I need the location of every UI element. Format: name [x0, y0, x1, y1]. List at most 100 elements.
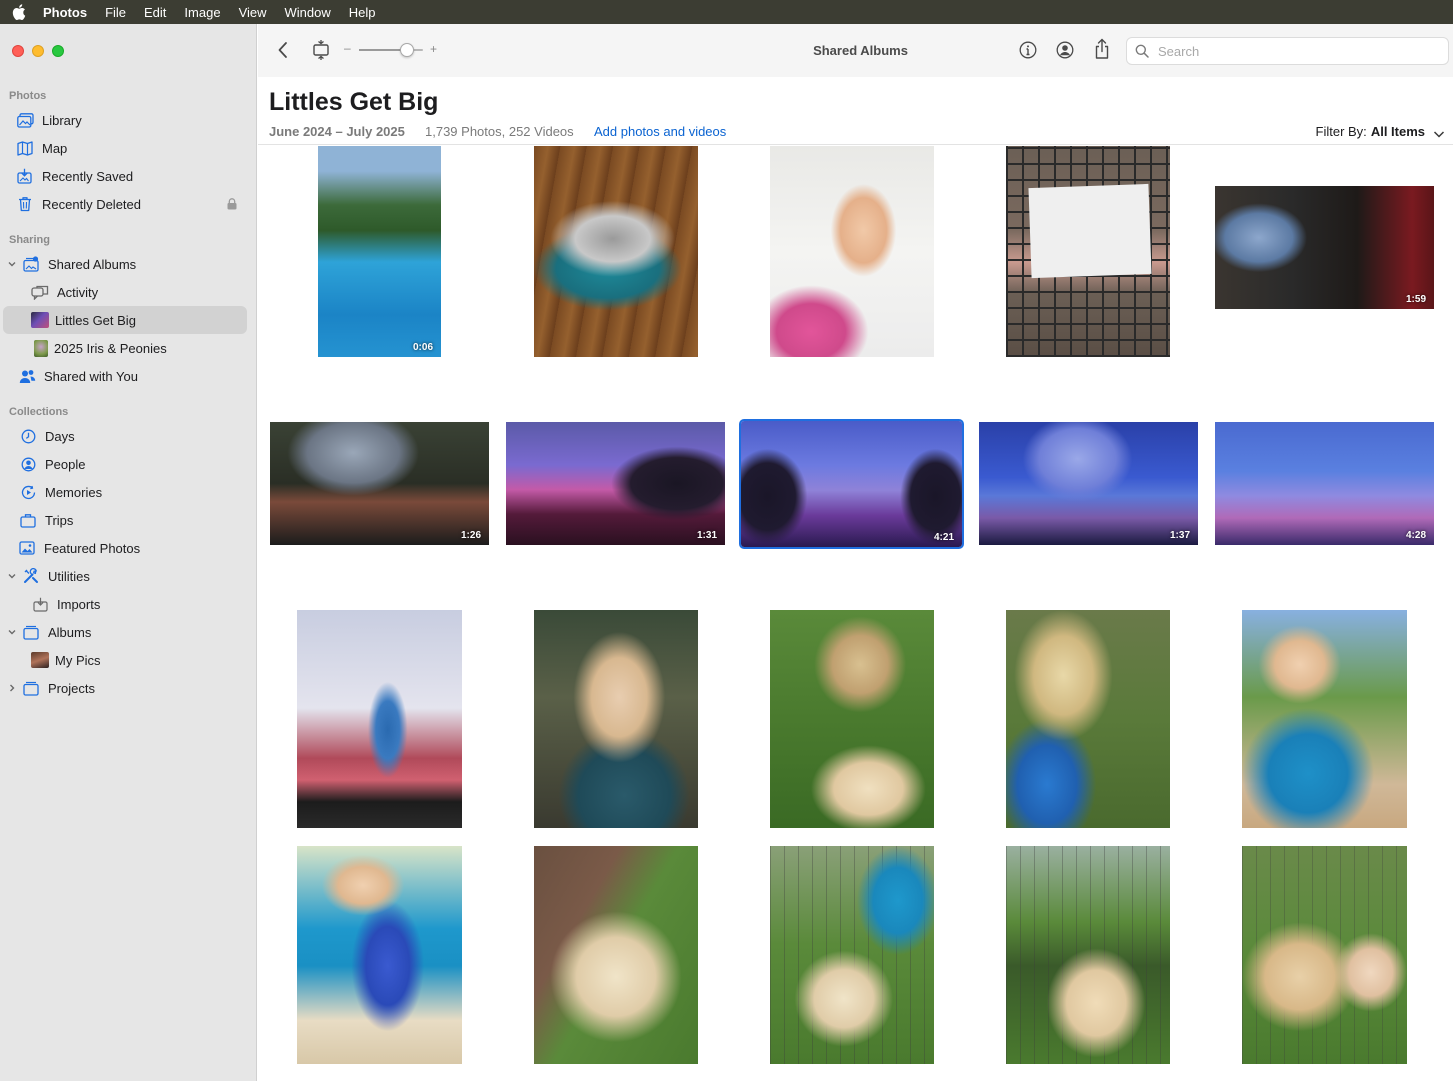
photo-thumbnail[interactable]: [534, 610, 698, 828]
photo-thumbnail[interactable]: [297, 610, 462, 828]
photo-thumbnail[interactable]: [534, 846, 698, 1064]
section-sharing: Sharing: [9, 234, 50, 246]
library-icon: [16, 112, 34, 128]
menu-help[interactable]: Help: [349, 5, 376, 20]
video-duration: 1:31: [696, 530, 717, 541]
chevron-down-icon: [1433, 127, 1445, 138]
sidebar-item-map[interactable]: Map: [3, 134, 247, 162]
sidebar-item-trips[interactable]: Trips: [3, 506, 247, 534]
sidebar-item-days[interactable]: Days: [3, 422, 247, 450]
sidebar-item-utilities[interactable]: Utilities: [3, 562, 247, 590]
sidebar-item-label: Albums: [48, 624, 92, 640]
apple-logo-icon[interactable]: [12, 4, 26, 20]
sidebar-item-shared-albums[interactable]: Shared Albums: [3, 250, 247, 278]
video-thumbnail[interactable]: 1:26: [270, 422, 489, 545]
menu-photos[interactable]: Photos: [43, 5, 87, 20]
sidebar-item-label: Trips: [45, 512, 74, 528]
filter-dropdown[interactable]: Filter By: All Items: [1316, 124, 1445, 139]
sidebar-item-label: Imports: [57, 596, 101, 612]
sidebar-item-label: Activity: [57, 284, 99, 300]
share-icon[interactable]: [1094, 38, 1110, 60]
sidebar-item-people[interactable]: People: [3, 450, 247, 478]
sidebar-item-label: Map: [42, 140, 68, 156]
chevron-right-icon[interactable]: [7, 683, 17, 693]
sidebar-item-featured-photos[interactable]: Featured Photos: [3, 534, 247, 562]
menu-file[interactable]: File: [105, 5, 126, 20]
search-field[interactable]: [1126, 37, 1449, 65]
sidebar-item-label: Shared Albums: [48, 256, 137, 272]
photo-thumbnail[interactable]: [1242, 610, 1407, 828]
chevron-down-icon[interactable]: [7, 627, 17, 637]
sidebar-item-projects[interactable]: Projects: [3, 674, 247, 702]
close-window-button[interactable]: [12, 45, 24, 57]
memories-icon: [19, 484, 37, 500]
sidebar-item-albums[interactable]: Albums: [3, 618, 247, 646]
sidebar-item-memories[interactable]: Memories: [3, 478, 247, 506]
video-duration: 4:21: [933, 532, 954, 543]
projects-icon: [22, 680, 40, 696]
sidebar-item-library[interactable]: Library: [3, 106, 247, 134]
handwritten-sign: [1028, 183, 1152, 279]
video-duration: 1:26: [460, 530, 481, 541]
photo-thumbnail[interactable]: [770, 146, 934, 357]
menu-bar: Photos File Edit Image View Window Help: [0, 0, 1453, 24]
video-duration: 0:06: [412, 342, 433, 353]
sidebar-item-label: Recently Saved: [42, 168, 134, 184]
zoom-in-label: +: [430, 42, 438, 56]
menu-view[interactable]: View: [239, 5, 267, 20]
featured-photos-icon: [18, 540, 36, 556]
photo-thumbnail[interactable]: [534, 146, 698, 357]
sidebar-item-shared-with-you[interactable]: Shared with You: [3, 362, 247, 390]
add-photos-link[interactable]: Add photos and videos: [594, 124, 726, 139]
sidebar-item-label: Utilities: [48, 568, 90, 584]
suitcase-icon: [19, 512, 37, 528]
shared-with-you-icon: [18, 368, 36, 384]
video-thumbnail[interactable]: 1:59: [1215, 186, 1434, 309]
photo-thumbnail[interactable]: [1006, 610, 1170, 828]
video-thumbnail[interactable]: 1:31: [506, 422, 725, 545]
video-thumbnail[interactable]: 1:37: [979, 422, 1198, 545]
sidebar-item-recently-saved[interactable]: Recently Saved: [3, 162, 247, 190]
menu-image[interactable]: Image: [184, 5, 220, 20]
photo-thumbnail[interactable]: [1006, 146, 1170, 357]
chevron-down-icon[interactable]: [7, 571, 17, 581]
video-thumbnail[interactable]: 4:21: [739, 419, 964, 549]
album-date-range: June 2024 – July 2025: [269, 124, 405, 139]
sidebar-item-my-pics[interactable]: My Pics: [3, 646, 247, 674]
minimize-window-button[interactable]: [32, 45, 44, 57]
photo-thumbnail[interactable]: [297, 846, 462, 1064]
person-circle-icon[interactable]: [1056, 41, 1074, 59]
menu-window[interactable]: Window: [285, 5, 331, 20]
photo-thumbnail[interactable]: [770, 610, 934, 828]
info-icon[interactable]: [1019, 41, 1037, 59]
sidebar-item-recently-deleted[interactable]: Recently Deleted: [3, 190, 247, 218]
video-thumbnail[interactable]: 0:06: [318, 146, 441, 357]
photo-thumbnail[interactable]: [770, 846, 934, 1064]
activity-icon: [31, 284, 49, 300]
sidebar-item-imports[interactable]: Imports: [3, 590, 247, 618]
sidebar-item-littles-get-big[interactable]: Littles Get Big: [3, 306, 247, 334]
aspect-ratio-icon[interactable]: [312, 39, 330, 61]
menu-edit[interactable]: Edit: [144, 5, 166, 20]
album-header: Littles Get Big June 2024 – July 2025 1,…: [258, 77, 1453, 145]
photo-thumbnail[interactable]: [1242, 846, 1407, 1064]
search-input[interactable]: [1158, 43, 1438, 59]
sidebar-item-iris-peonies[interactable]: 2025 Iris & Peonies: [3, 334, 247, 362]
chevron-down-icon[interactable]: [7, 259, 17, 269]
zoom-slider-knob[interactable]: [400, 43, 414, 57]
section-collections: Collections: [9, 406, 69, 418]
zoom-slider[interactable]: [359, 43, 423, 57]
album-thumbnail: [34, 339, 48, 357]
person-icon: [19, 456, 37, 472]
sidebar-item-label: Projects: [48, 680, 95, 696]
photo-thumbnail[interactable]: [1006, 846, 1170, 1064]
toolbar: – + Shared Albums: [258, 24, 1453, 77]
back-chevron-icon[interactable]: [276, 40, 290, 60]
zoom-window-button[interactable]: [52, 45, 64, 57]
video-duration: 1:37: [1169, 530, 1190, 541]
video-thumbnail[interactable]: 4:28: [1215, 422, 1434, 545]
sidebar-item-activity[interactable]: Activity: [3, 278, 247, 306]
clock-icon: [19, 428, 37, 444]
album-thumbnail: [31, 652, 49, 668]
photo-grid: 0:06 1:59 1:26 1:31 4:21 1:37 4:28: [258, 146, 1453, 1081]
